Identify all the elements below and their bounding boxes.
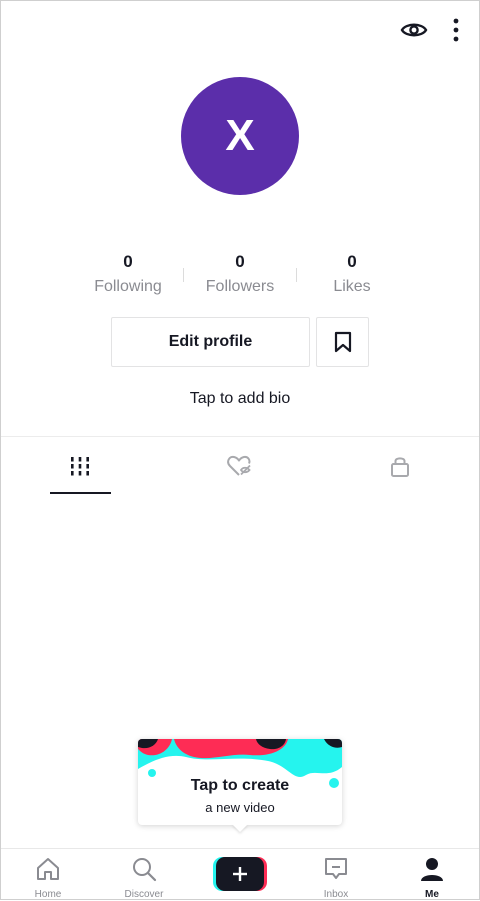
- followers-count: 0: [235, 252, 245, 271]
- create-button[interactable]: [213, 857, 267, 891]
- nav-me-label: Me: [425, 889, 439, 900]
- nav-inbox[interactable]: Inbox: [288, 849, 384, 901]
- nav-inbox-label: Inbox: [323, 889, 349, 900]
- tooltip-subtitle: a new video: [205, 800, 275, 815]
- more-vertical-icon[interactable]: [452, 18, 460, 42]
- following-count: 0: [123, 252, 133, 271]
- avatar-initial: X: [225, 111, 255, 160]
- stat-divider: [296, 268, 297, 282]
- bio-placeholder[interactable]: Tap to add bio: [0, 390, 480, 408]
- nav-me[interactable]: Me: [384, 849, 480, 901]
- home-icon: [37, 858, 59, 880]
- tab-private[interactable]: [340, 437, 460, 495]
- profile-icon: [421, 858, 443, 881]
- videos-grid-icon: [71, 457, 89, 476]
- stat-following[interactable]: 0 Following: [78, 252, 178, 296]
- create-tooltip[interactable]: Tap to create a new video: [138, 739, 342, 825]
- likes-label: Likes: [333, 278, 371, 295]
- likes-count: 0: [347, 252, 357, 271]
- nav-home-label: Home: [34, 889, 62, 900]
- edit-profile-label: Edit profile: [168, 333, 253, 350]
- stat-likes[interactable]: 0 Likes: [302, 252, 402, 296]
- nav-discover-label: Discover: [124, 889, 164, 900]
- tooltip-title: Tap to create: [190, 777, 290, 794]
- tab-liked[interactable]: [180, 437, 300, 495]
- lock-icon: [391, 457, 409, 477]
- inbox-icon: [325, 858, 347, 879]
- nav-discover[interactable]: Discover: [96, 849, 192, 901]
- avatar[interactable]: X: [181, 77, 299, 195]
- bookmark-button[interactable]: [316, 317, 369, 367]
- bookmark-icon: [334, 331, 351, 353]
- followers-label: Followers: [205, 278, 275, 295]
- stat-followers[interactable]: 0 Followers: [190, 252, 290, 296]
- tooltip-arrow: [232, 824, 248, 832]
- eye-icon[interactable]: [400, 20, 428, 40]
- nav-home[interactable]: Home: [0, 849, 96, 901]
- liked-hidden-icon: [227, 455, 251, 476]
- create-button-core: [216, 857, 264, 891]
- tab-videos[interactable]: [20, 437, 140, 495]
- stat-divider: [183, 268, 184, 282]
- search-icon: [133, 858, 157, 882]
- edit-profile-button[interactable]: Edit profile: [111, 317, 310, 367]
- create-plus-icon: [233, 867, 247, 881]
- top-actions: [400, 18, 460, 42]
- bottom-nav: Home Discover Inbox Me: [0, 848, 480, 901]
- profile-tabs: [0, 437, 480, 495]
- following-label: Following: [94, 278, 162, 295]
- active-tab-indicator: [50, 492, 111, 494]
